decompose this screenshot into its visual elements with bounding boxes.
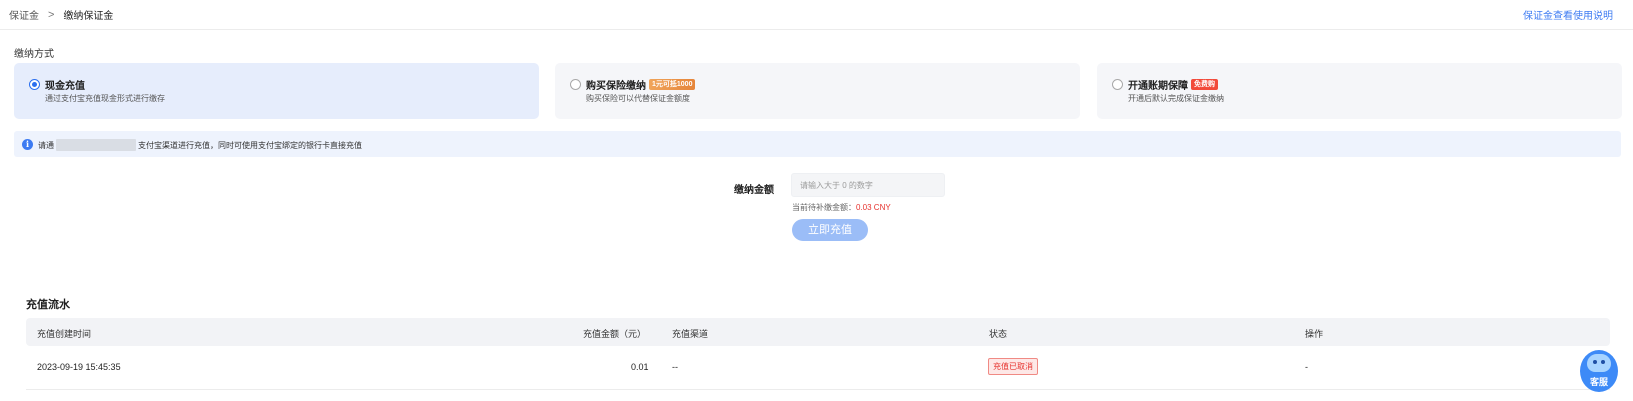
option-card-insurance[interactable]: 购买保险缴纳 1元可抵1000 购买保险可以代替保证金额度 bbox=[555, 63, 1080, 119]
breadcrumb-separator-icon: > bbox=[48, 8, 55, 21]
option-card-cash[interactable]: 现金充值 通过支付宝充值现金形式进行缴存 bbox=[14, 63, 539, 119]
breadcrumb-root[interactable]: 保证金 bbox=[9, 7, 39, 22]
customer-service-icon bbox=[1587, 354, 1611, 372]
option-desc-insurance: 购买保险可以代替保证金额度 bbox=[586, 94, 690, 103]
col-amount: 充值金额（元） bbox=[583, 329, 647, 339]
option-title-cash: 现金充值 bbox=[45, 81, 85, 92]
info-notice: i 请通 支付宝渠道进行充值，同时可使用支付宝绑定的银行卡直接充值 bbox=[14, 131, 1621, 157]
option-card-credit-term[interactable]: 开通账期保障 免费购 开通后默认完成保证金缴纳 bbox=[1097, 63, 1622, 119]
option-title-insurance: 购买保险缴纳 1元可抵1000 bbox=[586, 77, 696, 92]
payment-method-label: 缴纳方式 bbox=[14, 49, 54, 60]
col-created-at: 充值创建时间 bbox=[37, 329, 92, 339]
radio-insurance[interactable] bbox=[570, 79, 581, 90]
info-notice-text: 请通 支付宝渠道进行充值，同时可使用支付宝绑定的银行卡直接充值 bbox=[38, 139, 362, 151]
top-bar: 保证金 > 缴纳保证金 保证金查看使用说明 bbox=[0, 0, 1633, 30]
radio-credit-term[interactable] bbox=[1112, 79, 1123, 90]
col-channel: 充值渠道 bbox=[672, 329, 709, 339]
breadcrumb-current: 缴纳保证金 bbox=[63, 11, 114, 22]
info-icon: i bbox=[22, 139, 33, 150]
redacted-mask bbox=[56, 139, 136, 151]
customer-service-button[interactable]: 客服 bbox=[1580, 350, 1618, 392]
table-row: 2023-09-19 15:45:35 0.01 -- 充值已取消 - bbox=[26, 346, 1610, 390]
cell-action: - bbox=[1305, 362, 1308, 372]
cell-created-at: 2023-09-19 15:45:35 bbox=[37, 362, 121, 372]
option-desc-credit-term: 开通后默认完成保证金缴纳 bbox=[1128, 94, 1224, 103]
recharge-now-button[interactable]: 立即充值 bbox=[792, 219, 868, 241]
col-action: 操作 bbox=[1305, 329, 1324, 339]
option-title-credit-term: 开通账期保障 免费购 bbox=[1128, 77, 1218, 92]
amount-label: 缴纳金额 bbox=[734, 185, 774, 196]
promo-tag-insurance: 1元可抵1000 bbox=[649, 79, 696, 90]
col-status: 状态 bbox=[989, 329, 1008, 339]
radio-cash[interactable] bbox=[29, 79, 40, 90]
option-desc-cash: 通过支付宝充值现金形式进行缴存 bbox=[45, 94, 165, 103]
due-amount-value: 0.03 CNY bbox=[856, 203, 891, 212]
records-table-header: 充值创建时间 充值金额（元） 充值渠道 状态 操作 bbox=[26, 318, 1610, 346]
promo-tag-credit-term: 免费购 bbox=[1191, 79, 1218, 90]
status-badge: 充值已取消 bbox=[988, 358, 1038, 375]
records-title: 充值流水 bbox=[26, 299, 70, 311]
help-link[interactable]: 保证金查看使用说明 bbox=[1523, 7, 1613, 22]
cell-amount: 0.01 bbox=[631, 362, 649, 372]
due-amount-text: 当前待补缴金额：0.03 CNY bbox=[792, 203, 891, 212]
cell-channel: -- bbox=[672, 362, 678, 372]
breadcrumb: 保证金 > 缴纳保证金 bbox=[9, 7, 114, 23]
amount-input[interactable] bbox=[791, 173, 945, 197]
customer-service-label: 客服 bbox=[1589, 377, 1608, 387]
